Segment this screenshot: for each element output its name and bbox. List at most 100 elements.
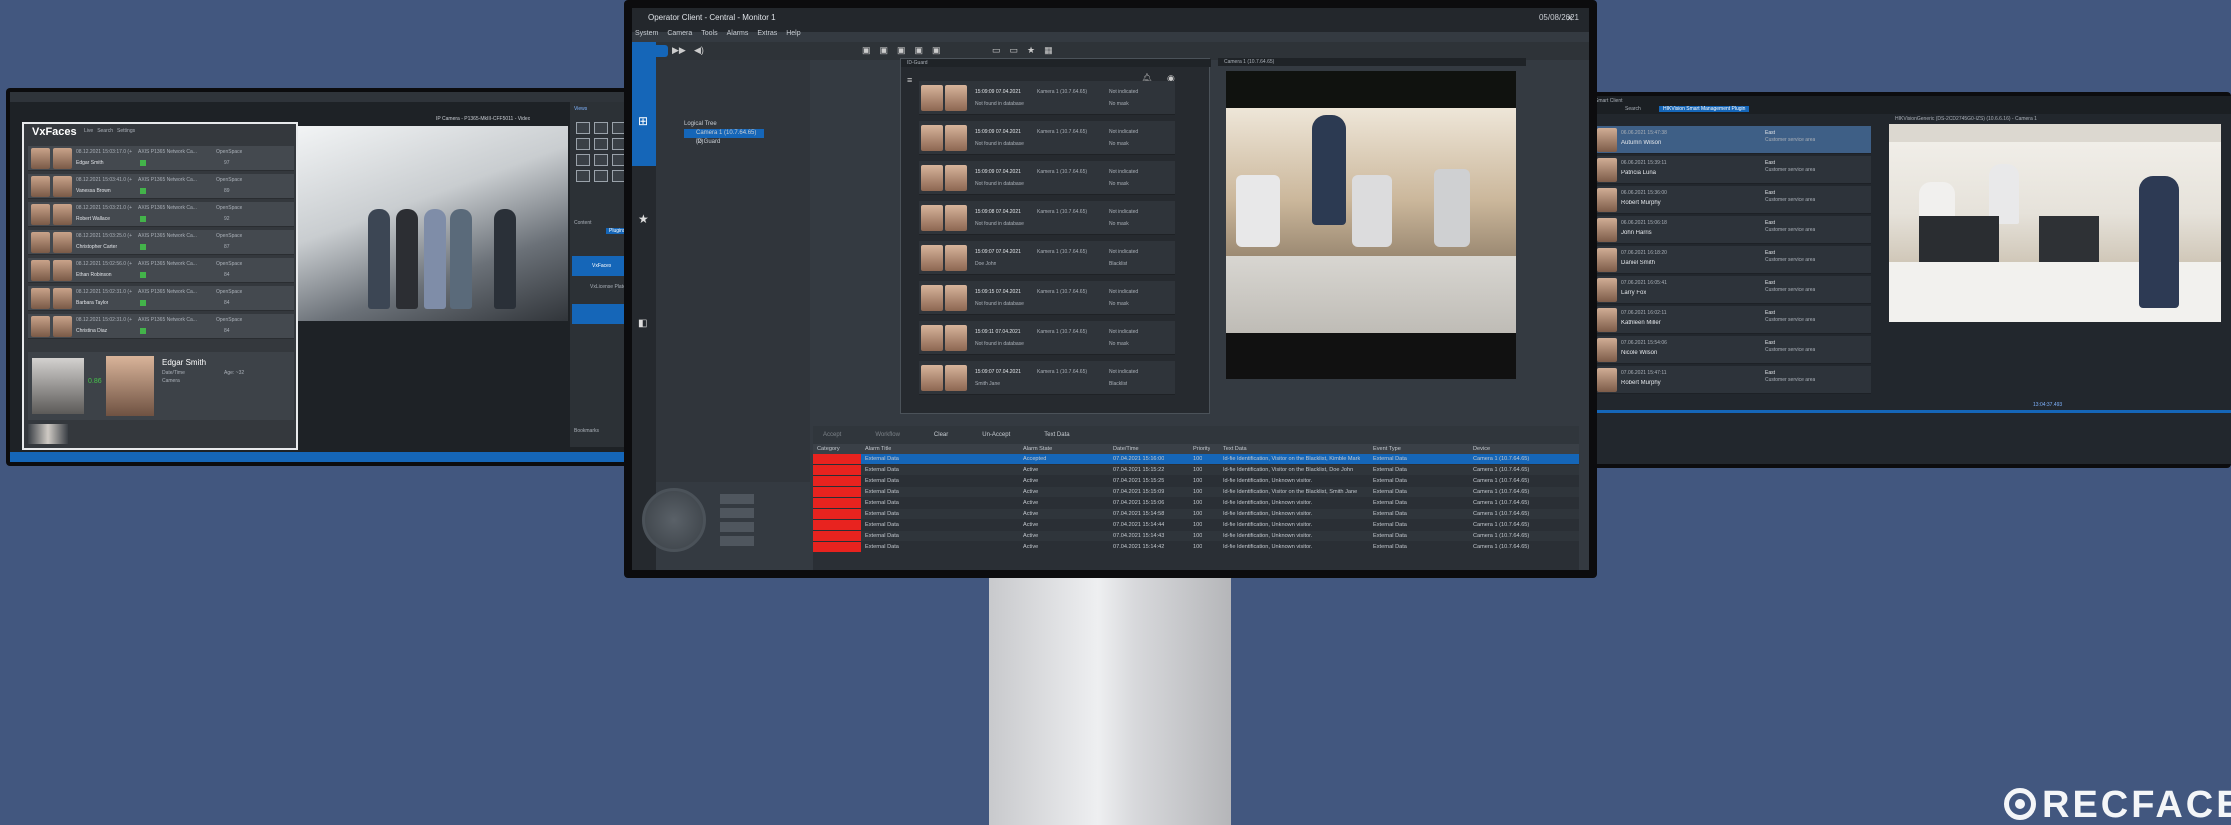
live-face	[32, 358, 84, 414]
column-header[interactable]: Event Type	[1373, 444, 1401, 454]
detection-card[interactable]: 15:09:09 07.04.2021 Kamera 1 (10.7.64.65…	[919, 121, 1175, 155]
tree-id-guard[interactable]: ID Guard	[684, 138, 824, 147]
visitor-row[interactable]: 06.06.2021 15:06:18 John Harris East Cus…	[1595, 216, 1871, 244]
tree-root[interactable]: Logical Tree	[684, 120, 824, 129]
card-mask: No mask	[1109, 341, 1129, 347]
face-row[interactable]: 08.12.2021 15:03:25.0 (+ AXIS P1365 Netw…	[28, 230, 294, 255]
alarm-category-cell	[813, 465, 861, 475]
face-row[interactable]: 08.12.2021 15:03:41.0 (+ AXIS P1365 Netw…	[28, 174, 294, 199]
detection-card[interactable]: 15:09:15 07.04.2021 Kamera 1 (10.7.64.65…	[919, 281, 1175, 315]
text-data-button[interactable]: Text Data	[1044, 432, 1069, 438]
visitor-date: 07.06.2021 15:47:11	[1621, 370, 1667, 376]
row-time: 08.12.2021 15:03:17.0 (+	[76, 149, 133, 155]
detection-card[interactable]: 15:09:08 07.04.2021 Kamera 1 (10.7.64.65…	[919, 201, 1175, 235]
face-row[interactable]: 08.12.2021 15:03:21.0 (+ AXIS P1365 Netw…	[28, 202, 294, 227]
card-face	[921, 285, 943, 311]
window-title: Operator Client - Central - Monitor 1	[648, 13, 776, 22]
visitor-row[interactable]: 06.06.2021 15:47:38 Autumn Wilson East C…	[1595, 126, 1871, 154]
tab-search[interactable]: Search	[97, 128, 113, 134]
menu-extras[interactable]: Extras	[757, 30, 777, 42]
alarm-row[interactable]: External Data Active 07.04.2021 15:14:58 10…	[813, 509, 1579, 519]
column-header[interactable]: Text Data	[1223, 444, 1247, 454]
face-row[interactable]: 08.12.2021 15:02:31.0 (+ AXIS P1365 Netw…	[28, 314, 294, 339]
detection-card[interactable]: 15:09:07 07.04.2021 Kamera 1 (10.7.64.65…	[919, 361, 1175, 395]
alarm-nav-icon[interactable]: ◧	[638, 318, 647, 329]
alarm-row[interactable]: External Data Accepted 07.04.2021 15:16:00…	[813, 454, 1579, 464]
column-header[interactable]: Priority	[1193, 444, 1210, 454]
alarm-cell: 07.04.2021 15:14:42	[1113, 544, 1165, 550]
right-tab-search[interactable]: Search	[1625, 106, 1641, 112]
tree-icon[interactable]: ⊞	[638, 114, 648, 128]
alarm-cell: Camera 1 (10.7.64.65)	[1473, 467, 1530, 473]
person-figure	[1312, 115, 1346, 225]
alarm-row[interactable]: External Data Active 07.04.2021 15:15:09 10…	[813, 487, 1579, 497]
tree-camera-1[interactable]: Camera 1 (10.7.64.65) (2)	[684, 129, 764, 145]
visitor-row[interactable]: 07.06.2021 15:54:06 Nicole Wilson East C…	[1595, 336, 1871, 364]
menu-camera[interactable]: Camera	[667, 30, 692, 42]
detection-card[interactable]: 15:09:11 07.04.2021 Kamera 1 (10.7.64.65…	[919, 321, 1175, 355]
visitor-place: East	[1765, 280, 1776, 286]
visitor-name: Larry Fox	[1621, 290, 1647, 296]
menu-system[interactable]: System	[635, 30, 658, 42]
detection-card[interactable]: 15:09:07 07.04.2021 Kamera 1 (10.7.64.65…	[919, 241, 1175, 275]
row-time: 08.12.2021 15:03:41.0 (+	[76, 177, 133, 183]
timeline[interactable]	[1589, 410, 2231, 413]
unaccept-button[interactable]: Un-Accept	[982, 432, 1010, 438]
menu-icon[interactable]: ≡	[907, 75, 912, 85]
ptz-buttons[interactable]	[720, 494, 754, 546]
column-header[interactable]: Device	[1473, 444, 1490, 454]
ptz-joystick[interactable]	[642, 488, 706, 552]
row-name: Vanessa Brown	[76, 188, 111, 194]
alarm-row[interactable]: External Data Active 07.04.2021 15:14:42 10…	[813, 542, 1579, 552]
volume-icon[interactable]: ◀)	[694, 45, 704, 56]
detection-card[interactable]: 15:09:09 07.04.2021 Kamera 1 (10.7.64.65…	[919, 81, 1175, 115]
visitor-row[interactable]: 06.06.2021 15:39:11 Patricia Luna East C…	[1595, 156, 1871, 184]
row-camera: AXIS P1365 Network Ca...	[138, 177, 197, 183]
column-header[interactable]: Date/Time	[1113, 444, 1139, 454]
alarm-row[interactable]: External Data Active 07.04.2021 15:15:25 10…	[813, 476, 1579, 486]
detection-card[interactable]: 15:09:09 07.04.2021 Kamera 1 (10.7.64.65…	[919, 161, 1175, 195]
face-row[interactable]: 08.12.2021 15:02:56.0 (+ AXIS P1365 Netw…	[28, 258, 294, 283]
visitor-name: Autumn Wilson	[1621, 140, 1662, 146]
alarm-row[interactable]: External Data Active 07.04.2021 15:14:44 10…	[813, 520, 1579, 530]
tab-settings[interactable]: Settings	[117, 128, 135, 134]
visitor-face	[1597, 188, 1617, 212]
tree-nav-button[interactable]	[632, 42, 656, 166]
card-time: 15:09:07 07.04.2021	[975, 369, 1021, 375]
row-place: OpenSpace	[216, 205, 243, 211]
layout-icons[interactable]: ▣▣▣▣▣	[862, 45, 950, 56]
column-header[interactable]: Category	[817, 444, 840, 454]
right-tab-plugin[interactable]: HIKVision Smart Management Plugin	[1659, 106, 1750, 112]
face-row[interactable]: 08.12.2021 15:02:31.0 (+ AXIS P1365 Netw…	[28, 286, 294, 311]
workflow-button[interactable]: Workflow	[875, 432, 900, 438]
clear-button[interactable]: Clear	[934, 432, 948, 438]
favorites-star-icon[interactable]: ★	[638, 212, 649, 226]
visitor-row[interactable]: 06.06.2021 15:36:00 Robert Murphy East C…	[1595, 186, 1871, 214]
alarm-row[interactable]: External Data Active 07.04.2021 15:15:22 10…	[813, 465, 1579, 475]
alarm-row[interactable]: External Data Active 07.04.2021 15:14:43 10…	[813, 531, 1579, 541]
accept-button[interactable]: Accept	[823, 432, 841, 438]
visitor-row[interactable]: 07.06.2021 15:47:11 Robert Murphy East C…	[1595, 366, 1871, 394]
play-icon[interactable]: ▶▶	[672, 45, 686, 56]
detail-card: 0.86 Edgar Smith Date/Time Camera Age: ~…	[28, 352, 294, 420]
vxlicense-plugin[interactable]: VxLicense Plate	[590, 284, 626, 290]
tab-live[interactable]: Live	[84, 128, 93, 134]
column-header[interactable]: Alarm State	[1023, 444, 1052, 454]
alarm-cell: 07.04.2021 15:15:09	[1113, 489, 1165, 495]
visitor-face	[1597, 158, 1617, 182]
menu-tools[interactable]: Tools	[701, 30, 717, 42]
close-icon[interactable]: ✕	[1566, 14, 1573, 23]
card-face	[921, 85, 943, 111]
menu-help[interactable]: Help	[786, 30, 800, 42]
menu-alarms[interactable]: Alarms	[727, 30, 749, 42]
visitor-row[interactable]: 07.06.2021 16:02:11 Kathleen Miller East…	[1595, 306, 1871, 334]
visitor-row[interactable]: 07.06.2021 16:05:41 Larry Fox East Custo…	[1595, 276, 1871, 304]
visitor-row[interactable]: 07.06.2021 16:18:20 Daniel Smith East Cu…	[1595, 246, 1871, 274]
column-header[interactable]: Alarm Title	[865, 444, 891, 454]
row-place: OpenSpace	[216, 289, 243, 295]
alarm-row[interactable]: External Data Active 07.04.2021 15:15:06 10…	[813, 498, 1579, 508]
face-row[interactable]: 08.12.2021 15:03:17.0 (+ AXIS P1365 Netw…	[28, 146, 294, 171]
visitor-date: 07.06.2021 16:02:11	[1621, 310, 1667, 316]
card-face	[921, 165, 943, 191]
tool-icons[interactable]: ▭▭★▦	[992, 45, 1062, 56]
